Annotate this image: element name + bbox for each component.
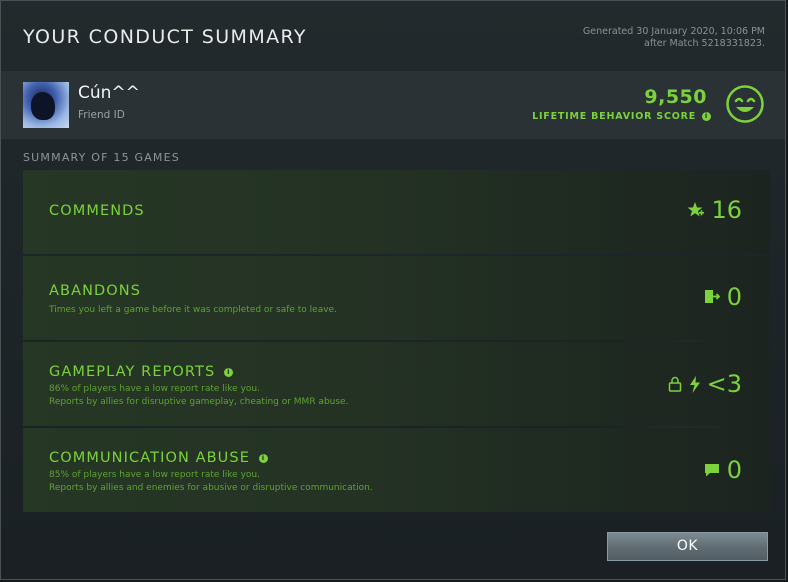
player-name: Cún^^ (78, 83, 140, 103)
info-icon[interactable]: i (702, 112, 711, 121)
communication-abuse-desc-line2: Reports by allies and enemies for abusiv… (49, 483, 373, 493)
smiley-face-icon (726, 85, 764, 123)
communication-abuse-description: 85% of players have a low report rate li… (49, 469, 373, 495)
communication-abuse-value-group: 0 (703, 456, 742, 484)
communication-abuse-value: 0 (726, 456, 742, 484)
chat-bubble-icon (704, 464, 719, 477)
stat-title-communication-abuse: COMMUNICATION ABUSE i (49, 450, 268, 466)
lightning-icon (689, 375, 700, 393)
ok-button[interactable]: OK (607, 532, 768, 561)
friend-id-label: Friend ID (78, 109, 125, 121)
commends-value-group: 16 (687, 196, 742, 224)
abandons-value-group: 0 (703, 283, 742, 311)
generated-info: Generated 30 January 2020, 10:06 PM afte… (583, 26, 765, 50)
commends-value: 16 (711, 196, 742, 224)
stat-title-abandons: ABANDONS (49, 283, 141, 299)
communication-abuse-label: COMMUNICATION ABUSE (49, 450, 250, 466)
behavior-score-label-text: LIFETIME BEHAVIOR SCORE (532, 111, 696, 122)
star-plus-icon (687, 202, 705, 217)
gameplay-reports-label: GAMEPLAY REPORTS (49, 364, 216, 380)
behavior-score-value: 9,550 (644, 86, 707, 108)
gameplay-reports-description: 86% of players have a low report rate li… (49, 383, 348, 409)
stat-title-gameplay-reports: GAMEPLAY REPORTS i (49, 364, 234, 380)
conduct-summary-dialog: YOUR CONDUCT SUMMARY Generated 30 Januar… (0, 0, 786, 580)
stat-row-abandons: ABANDONS Times you left a game before it… (23, 256, 770, 340)
gameplay-reports-desc-line1: 86% of players have a low report rate li… (49, 384, 260, 394)
dialog-title: YOUR CONDUCT SUMMARY (23, 26, 307, 48)
info-icon[interactable]: i (258, 453, 268, 463)
abandons-description: Times you left a game before it was comp… (49, 305, 337, 315)
gameplay-reports-value: <3 (706, 370, 742, 398)
stat-row-communication-abuse: COMMUNICATION ABUSE i 85% of players hav… (23, 428, 770, 512)
commends-label: COMMENDS (49, 203, 145, 219)
gameplay-reports-desc-line2: Reports by allies for disruptive gamepla… (49, 397, 349, 407)
generated-match: after Match 5218331823. (644, 38, 765, 49)
profile-bar: Cún^^ Friend ID 9,550 LIFETIME BEHAVIOR … (1, 71, 785, 139)
stats-list: COMMENDS 16 ABANDONS Times you left a ga… (23, 170, 770, 514)
stat-row-commends: COMMENDS 16 (23, 170, 770, 254)
lock-icon (668, 376, 681, 392)
behavior-score-label: LIFETIME BEHAVIOR SCORE i (532, 111, 711, 122)
abandons-value: 0 (726, 283, 742, 311)
stat-row-gameplay-reports: GAMEPLAY REPORTS i 86% of players have a… (23, 342, 770, 426)
gameplay-reports-value-group: <3 (667, 370, 742, 398)
communication-abuse-desc-line1: 85% of players have a low report rate li… (49, 470, 260, 480)
exit-door-icon (704, 290, 720, 303)
info-icon[interactable]: i (224, 367, 234, 377)
stat-title-commends: COMMENDS (49, 203, 145, 219)
summary-header: SUMMARY OF 15 GAMES (23, 151, 180, 164)
abandons-label: ABANDONS (49, 283, 142, 299)
avatar (23, 82, 69, 128)
generated-date: Generated 30 January 2020, 10:06 PM (582, 26, 765, 37)
